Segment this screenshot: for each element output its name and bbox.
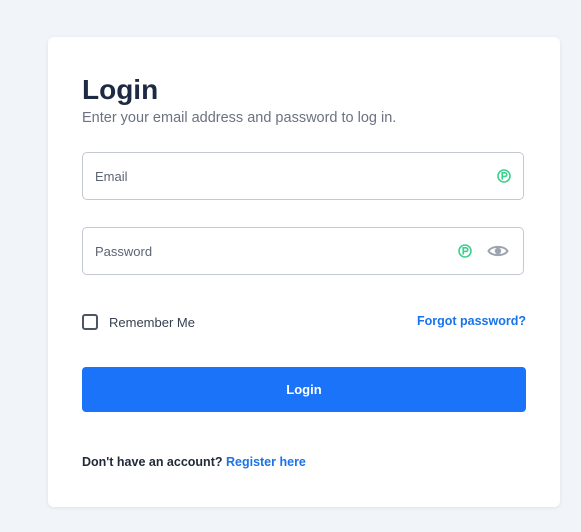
login-card: Login Enter your email address and passw… — [48, 37, 560, 507]
forgot-password-link[interactable]: Forgot password? — [417, 314, 526, 328]
page-title: Login — [82, 74, 159, 105]
email-field[interactable] — [82, 152, 524, 200]
page-subtitle: Enter your email address and password to… — [82, 110, 397, 126]
register-prompt: Don't have an account? Register here — [82, 455, 306, 469]
eye-icon[interactable] — [487, 242, 509, 260]
register-prompt-text: Don't have an account? — [82, 455, 223, 469]
password-manager-icon[interactable] — [458, 244, 472, 258]
remember-me-checkbox[interactable] — [82, 314, 98, 330]
remember-me-label: Remember Me — [109, 314, 195, 330]
password-input[interactable] — [95, 228, 435, 274]
password-manager-icon[interactable] — [497, 169, 511, 183]
password-field[interactable] — [82, 227, 524, 275]
login-button[interactable]: Login — [82, 367, 526, 412]
email-input[interactable] — [95, 153, 435, 199]
register-link[interactable]: Register here — [226, 455, 306, 469]
remember-me[interactable]: Remember Me — [82, 313, 195, 331]
